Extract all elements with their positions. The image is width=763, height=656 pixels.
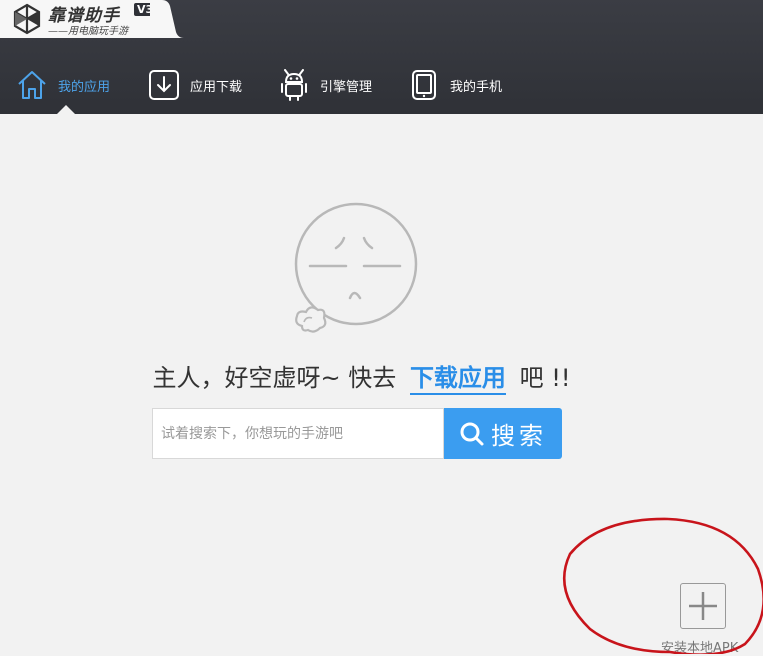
empty-state-message: 主人，好空虚呀~ 快去 下载应用 吧 !! — [0, 358, 763, 395]
tab-my-apps[interactable]: 我的应用 — [16, 62, 110, 108]
tab-app-download[interactable]: 应用下载 — [148, 62, 242, 108]
tab-my-phone[interactable]: 我的手机 — [408, 62, 502, 108]
logo-area: 靠谱助手 V3 ——用电脑玩手游 — [0, 0, 157, 38]
search-input[interactable] — [152, 408, 444, 459]
empty-face-icon — [294, 202, 418, 333]
app-logo-icon — [13, 3, 41, 35]
search-button-label: 搜索 — [491, 422, 547, 450]
download-apps-link[interactable]: 下载应用 — [409, 364, 506, 395]
tab-label: 应用下载 — [190, 79, 243, 95]
tab-label: 引擎管理 — [320, 79, 373, 95]
home-icon — [18, 71, 46, 99]
app-slogan: ——用电脑玩手游 — [48, 26, 128, 37]
tab-label: 我的手机 — [450, 79, 503, 95]
empty-message-text: 主人，好空虚呀~ 快去 — [152, 364, 397, 392]
empty-message-suffix: 吧 !! — [519, 364, 571, 392]
search-icon — [460, 422, 484, 445]
annotation-circle — [562, 517, 763, 654]
tab-engine-management[interactable]: 引擎管理 — [278, 62, 372, 108]
active-tab-indicator — [57, 105, 75, 114]
logo-panel-edge — [150, 0, 184, 38]
search-button[interactable]: 搜索 — [444, 408, 562, 459]
top-bar: 靠谱助手 V3 ——用电脑玩手游 我的应用 应用下载 引擎管理 我的手机 — [0, 0, 763, 114]
android-icon — [281, 69, 307, 101]
download-icon — [149, 70, 179, 100]
phone-icon — [412, 70, 436, 100]
tab-label: 我的应用 — [58, 79, 111, 95]
